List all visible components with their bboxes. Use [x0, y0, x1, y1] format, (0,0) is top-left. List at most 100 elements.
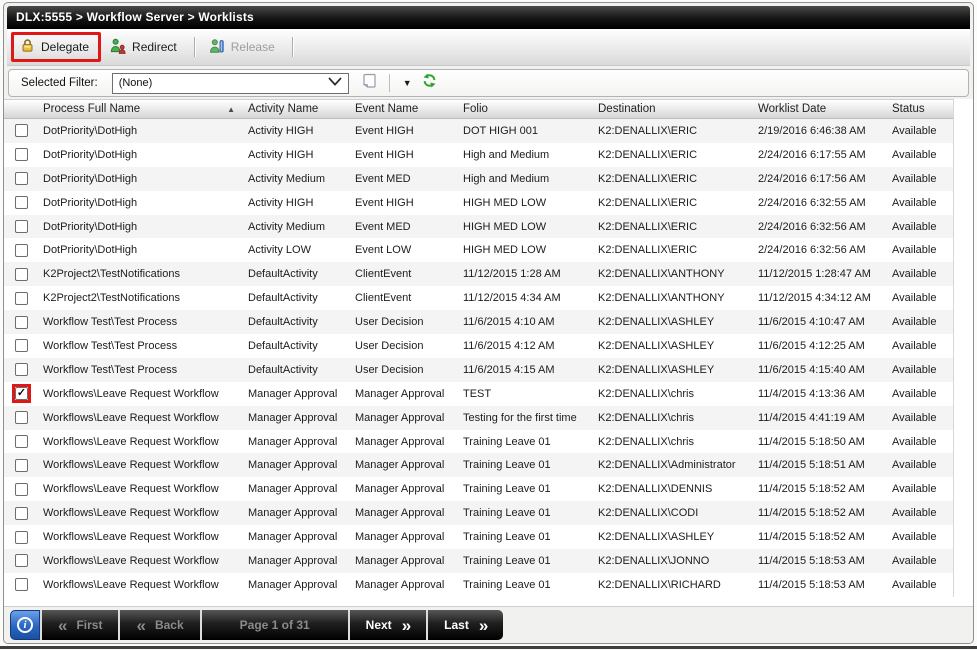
checkbox-annotation-box [12, 145, 31, 164]
column-header-event-name[interactable]: Event Name [350, 100, 458, 118]
cell-status: Available [892, 221, 936, 233]
chevron-down-icon [328, 77, 342, 89]
row-checkbox[interactable] [15, 148, 28, 161]
cell-folio: HIGH MED LOW [463, 221, 546, 233]
column-header-destination[interactable]: Destination [593, 100, 753, 118]
cell-event-name: User Decision [355, 340, 423, 352]
worklist-row[interactable]: Workflows\Leave Request Workflow Manager… [4, 477, 953, 501]
cell-status: Available [892, 244, 936, 256]
worklist-row[interactable]: Workflows\Leave Request Workflow Manager… [4, 549, 953, 573]
worklist-row[interactable]: Workflow Test\Test Process DefaultActivi… [4, 310, 953, 334]
worklist-rows: DotPriority\DotHigh Activity HIGH Event … [4, 119, 953, 597]
back-page-button[interactable]: « Back [118, 610, 199, 640]
row-checkbox[interactable] [15, 339, 28, 352]
row-checkbox[interactable]: ✓ [15, 387, 28, 400]
cell-worklist-date: 11/4/2015 5:18:53 AM [758, 555, 865, 567]
worklist-row[interactable]: DotPriority\DotHigh Activity Medium Even… [4, 167, 953, 191]
redirect-button[interactable]: Redirect [101, 32, 189, 63]
column-header-activity-name[interactable]: Activity Name [243, 100, 350, 118]
row-checkbox[interactable] [15, 316, 28, 329]
cell-status: Available [892, 412, 936, 424]
delegate-button[interactable]: Delegate [11, 32, 101, 62]
row-checkbox[interactable] [15, 268, 28, 281]
row-checkbox[interactable] [15, 220, 28, 233]
last-page-button[interactable]: Last » [426, 610, 503, 640]
worklist-row[interactable]: Workflows\Leave Request Workflow Manager… [4, 406, 953, 430]
worklist-row[interactable]: DotPriority\DotHigh Activity LOW Event L… [4, 238, 953, 262]
row-checkbox[interactable] [15, 244, 28, 257]
selected-filter-label: Selected Filter: [21, 77, 98, 89]
filter-preview-button[interactable] [356, 72, 382, 95]
cell-worklist-date: 11/6/2015 4:12:25 AM [758, 340, 865, 352]
cell-folio: DOT HIGH 001 [463, 125, 538, 137]
checkbox-annotation-box [12, 241, 31, 260]
worklist-row[interactable]: Workflows\Leave Request Workflow Manager… [4, 573, 953, 597]
first-label: First [76, 618, 102, 632]
cell-event-name: User Decision [355, 364, 423, 376]
cell-activity-name: Manager Approval [248, 483, 337, 495]
cell-process-full-name: Workflow Test\Test Process [43, 316, 177, 328]
row-checkbox[interactable] [15, 196, 28, 209]
cell-folio: 11/12/2015 4:34 AM [463, 292, 561, 304]
cell-status: Available [892, 483, 936, 495]
info-icon: i [17, 617, 33, 633]
worklist-row[interactable]: K2Project2\TestNotifications DefaultActi… [4, 262, 953, 286]
row-checkbox[interactable] [15, 507, 28, 520]
cell-activity-name: Manager Approval [248, 388, 337, 400]
first-page-button[interactable]: « First [40, 610, 118, 640]
page-info-text: Page 1 of 31 [218, 618, 332, 632]
next-page-button[interactable]: Next » [348, 610, 426, 640]
row-checkbox[interactable] [15, 124, 28, 137]
column-header-folio[interactable]: Folio [458, 100, 593, 118]
row-checkbox[interactable] [15, 172, 28, 185]
cell-process-full-name: Workflows\Leave Request Workflow [43, 555, 219, 567]
checkbox-annotation-box: ✓ [12, 384, 31, 403]
worklist-row[interactable]: Workflows\Leave Request Workflow Manager… [4, 525, 953, 549]
row-checkbox[interactable] [15, 363, 28, 376]
row-checkbox[interactable] [15, 411, 28, 424]
row-checkbox[interactable] [15, 292, 28, 305]
worklist-row[interactable]: Workflow Test\Test Process DefaultActivi… [4, 358, 953, 382]
filter-menu-caret-icon[interactable]: ▼ [397, 78, 418, 88]
column-header-process-full-name[interactable]: Process Full Name ▲ [38, 100, 243, 118]
cell-activity-name: DefaultActivity [248, 364, 318, 376]
cell-process-full-name: DotPriority\DotHigh [43, 173, 137, 185]
release-button[interactable]: Release [200, 32, 287, 63]
row-checkbox[interactable] [15, 435, 28, 448]
refresh-button[interactable] [418, 72, 441, 94]
row-checkbox[interactable] [15, 578, 28, 591]
info-button[interactable]: i [10, 610, 40, 640]
cell-process-full-name: K2Project2\TestNotifications [43, 268, 180, 280]
worklist-row[interactable]: Workflows\Leave Request Workflow Manager… [4, 430, 953, 454]
cell-status: Available [892, 173, 936, 185]
cell-event-name: Event MED [355, 173, 411, 185]
worklist-row[interactable]: DotPriority\DotHigh Activity HIGH Event … [4, 119, 953, 143]
row-checkbox[interactable] [15, 554, 28, 567]
cell-event-name: ClientEvent [355, 268, 411, 280]
worklist-row[interactable]: Workflows\Leave Request Workflow Manager… [4, 501, 953, 525]
worklist-row[interactable]: Workflows\Leave Request Workflow Manager… [4, 453, 953, 477]
release-label: Release [231, 40, 275, 54]
column-header-worklist-date[interactable]: Worklist Date [753, 100, 887, 118]
cell-activity-name: Activity Medium [248, 221, 325, 233]
row-checkbox[interactable] [15, 531, 28, 544]
checkbox-annotation-box [12, 217, 31, 236]
worklist-row[interactable]: DotPriority\DotHigh Activity HIGH Event … [4, 191, 953, 215]
cell-activity-name: Activity HIGH [248, 125, 313, 137]
checkbox-annotation-box [12, 289, 31, 308]
filter-select[interactable]: (None) [112, 73, 349, 94]
cell-status: Available [892, 316, 936, 328]
worklist-row[interactable]: Workflow Test\Test Process DefaultActivi… [4, 334, 953, 358]
cell-event-name: Manager Approval [355, 412, 444, 424]
worklist-row[interactable]: K2Project2\TestNotifications DefaultActi… [4, 286, 953, 310]
filter-separator [389, 74, 390, 92]
worklist-row[interactable]: DotPriority\DotHigh Activity Medium Even… [4, 215, 953, 239]
column-header-status[interactable]: Status [887, 100, 953, 118]
row-checkbox[interactable] [15, 483, 28, 496]
worklist-row[interactable]: DotPriority\DotHigh Activity HIGH Event … [4, 143, 953, 167]
breadcrumb-title: DLX:5555 > Workflow Server > Worklists [16, 10, 254, 24]
row-checkbox[interactable] [15, 459, 28, 472]
worklist-row[interactable]: ✓ Workflows\Leave Request Workflow Manag… [4, 382, 953, 406]
application-frame: DLX:5555 > Workflow Server > Worklists D… [0, 0, 977, 650]
cell-destination: K2:DENALLIX\DENNIS [598, 483, 712, 495]
